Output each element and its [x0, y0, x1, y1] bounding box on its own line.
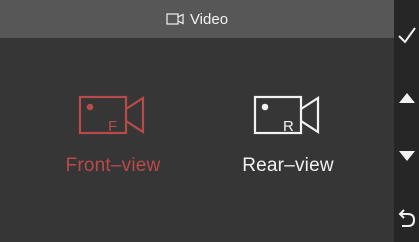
return-arrow-icon — [398, 208, 416, 230]
back-button[interactable] — [394, 206, 419, 232]
front-camera-icon: F — [73, 94, 153, 136]
rear-view-label: Rear–view — [242, 155, 334, 176]
video-settings-screen: Video F Front–view R Rear–view — [0, 0, 419, 242]
confirm-button[interactable] — [394, 22, 419, 48]
front-view-option[interactable]: F Front–view — [43, 94, 183, 177]
side-button-bar — [394, 0, 419, 242]
main-panel: Video F Front–view R Rear–view — [0, 0, 394, 242]
video-camera-outline-icon — [166, 13, 184, 25]
front-camera-letter: F — [108, 118, 117, 135]
up-button[interactable] — [394, 88, 419, 108]
page-title: Video — [189, 10, 229, 28]
triangle-up-icon — [398, 92, 416, 104]
rear-view-option[interactable]: R Rear–view — [218, 94, 358, 177]
front-view-label: Front–view — [65, 155, 161, 176]
checkmark-icon — [397, 26, 417, 44]
down-button[interactable] — [394, 146, 419, 166]
rear-camera-icon: R — [248, 94, 328, 136]
rear-camera-letter: R — [283, 118, 294, 135]
triangle-down-icon — [398, 150, 416, 162]
title-bar: Video — [0, 0, 394, 38]
